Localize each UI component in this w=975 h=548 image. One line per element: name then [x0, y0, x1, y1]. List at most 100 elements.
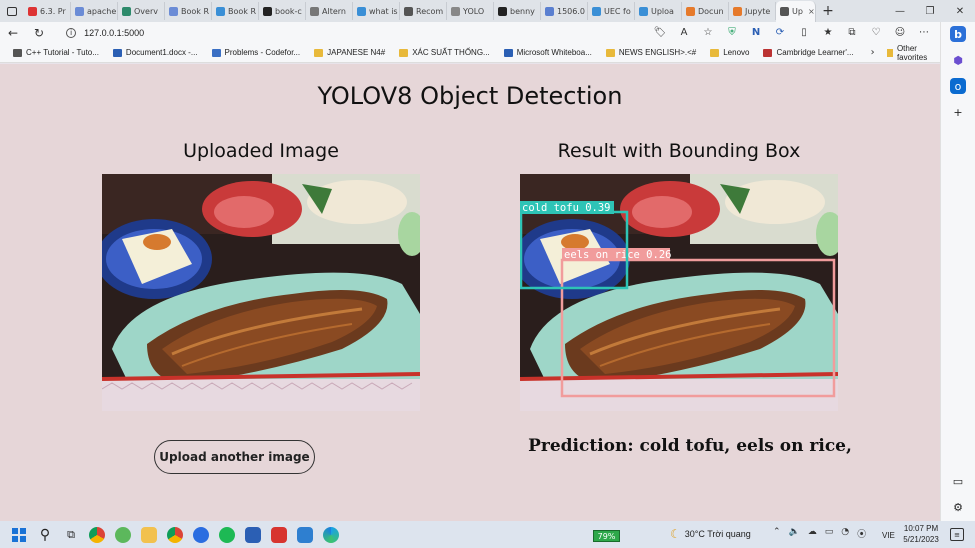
url-text[interactable]: 127.0.0.1:5000 — [84, 28, 144, 38]
tab[interactable]: Up × — [776, 1, 816, 22]
sidebar-toggle-icon[interactable]: ▭ — [950, 473, 966, 489]
minimize-icon[interactable]: — — [885, 0, 915, 22]
edge-icon[interactable] — [318, 521, 344, 548]
clock[interactable]: 10:07 PM 5/21/2023 — [898, 523, 944, 545]
bing-icon[interactable]: b — [950, 26, 966, 42]
battery-icon[interactable]: ▭ — [825, 527, 834, 540]
bookmark-item[interactable]: C++ Tutorial - Tuto... — [8, 48, 104, 57]
health-icon[interactable]: ♡ — [870, 27, 882, 39]
collections-icon[interactable]: ⧉ — [846, 27, 858, 39]
tab[interactable]: apache — [71, 2, 118, 20]
more-menu-icon[interactable]: ⋯ — [918, 27, 930, 39]
tab[interactable]: what is — [353, 2, 400, 20]
back-button[interactable]: ← — [0, 26, 26, 40]
tab[interactable]: UEC fo — [588, 2, 635, 20]
tag-icon[interactable]: 🏷 — [654, 27, 667, 39]
tab[interactable]: benny — [494, 2, 541, 20]
chrome-profile-icon[interactable] — [162, 521, 188, 548]
extension-n-icon[interactable]: N — [750, 27, 762, 39]
close-tab-icon[interactable]: × — [808, 7, 815, 16]
bookmark-item[interactable]: Microsoft Whiteboa... — [499, 48, 597, 57]
notifications-icon[interactable]: ≡ — [950, 528, 964, 541]
tab[interactable]: Overv — [118, 2, 165, 20]
other-favorites-label: Other favorites — [896, 43, 928, 62]
chevron-up-icon[interactable]: ⌃ — [773, 527, 781, 540]
new-tab-button[interactable]: + — [820, 3, 836, 19]
clock-time: 10:07 PM — [903, 524, 939, 533]
bookmark-item[interactable]: Document1.docx -... — [108, 48, 203, 57]
chrome-canary-icon[interactable] — [110, 521, 136, 548]
food-photo-with-boxes: eels on rice 0.26 cold tofu 0.39 — [520, 174, 838, 411]
tab-actions-icon[interactable] — [0, 0, 24, 22]
favorites-icon[interactable]: ★ — [822, 27, 834, 39]
upload-another-image-button[interactable]: Upload another image — [154, 440, 315, 474]
tab[interactable]: Book R — [165, 2, 212, 20]
bookmark-item[interactable]: NEWS ENGLISH>.<# — [601, 48, 701, 57]
tab-favicon-icon — [169, 6, 178, 16]
refresh-button[interactable]: ↻ — [26, 26, 52, 40]
settings-gear-icon[interactable]: ⚙ — [950, 499, 966, 515]
messenger-icon[interactable] — [188, 521, 214, 548]
tab[interactable]: Altern — [306, 2, 353, 20]
tab[interactable]: Book R — [212, 2, 259, 20]
split-screen-icon[interactable]: ▯ — [798, 27, 810, 39]
read-aloud-icon[interactable]: A — [678, 27, 690, 39]
shield-icon[interactable]: ⛨ — [726, 27, 738, 39]
clock-date: 5/21/2023 — [903, 535, 939, 544]
tab-favicon-icon — [310, 6, 319, 16]
tab[interactable]: Jupyte — [729, 2, 776, 20]
bookmark-item[interactable]: Problems - Codefor... — [207, 48, 306, 57]
tab-label: Up — [792, 7, 803, 16]
close-icon[interactable]: ✕ — [945, 0, 975, 22]
photos-icon[interactable] — [292, 521, 318, 548]
extension-icon[interactable]: ⬢ — [950, 52, 966, 68]
chevron-right-icon[interactable]: › — [863, 47, 883, 58]
tab-label: benny — [510, 6, 535, 16]
tab[interactable]: 6.3. Pr — [24, 2, 71, 20]
tab[interactable]: book-c — [259, 2, 306, 20]
cloud-icon[interactable]: ☁ — [808, 527, 817, 540]
outlook-icon[interactable]: o — [950, 78, 966, 94]
sync-icon[interactable]: ⟳ — [774, 27, 786, 39]
bookmark-label: C++ Tutorial - Tuto... — [26, 48, 99, 57]
page-title: YOLOV8 Object Detection — [317, 82, 623, 110]
vivaldi-icon[interactable] — [266, 521, 292, 548]
prediction-text: Prediction: cold tofu, eels on rice, — [528, 436, 852, 456]
bookmark-item[interactable]: XÁC SUẤT THỐNG... — [394, 48, 495, 57]
other-favorites[interactable]: Other favorites — [886, 43, 940, 62]
weather-widget[interactable]: ☾ 30°C Trời quang — [670, 527, 751, 541]
file-explorer-icon[interactable] — [136, 521, 162, 548]
tab[interactable]: Uploa — [635, 2, 682, 20]
battery-indicator[interactable]: 79% — [593, 530, 620, 542]
tab[interactable]: YOLO — [447, 2, 494, 20]
tab[interactable]: Recom — [400, 2, 447, 20]
task-view-icon[interactable]: ⧉ — [58, 521, 84, 548]
result-heading: Result with Bounding Box — [557, 140, 801, 162]
camera-icon[interactable]: ⦿ — [857, 527, 866, 540]
bookmark-label: NEWS ENGLISH>.<# — [618, 48, 697, 57]
profile-icon[interactable]: ☺ — [894, 27, 906, 39]
search-icon[interactable]: ⚲ — [32, 521, 58, 548]
weather-text: 30°C Trời quang — [684, 529, 751, 539]
tab-label: Book R — [181, 6, 210, 16]
bookmark-item[interactable]: JAPANESE N4# — [309, 48, 390, 57]
language-indicator[interactable]: VIE — [882, 531, 895, 540]
maximize-icon[interactable]: ❐ — [915, 0, 945, 22]
url-field[interactable]: i 127.0.0.1:5000 — [58, 24, 654, 41]
windows-start-icon[interactable] — [6, 521, 32, 548]
bookmark-item[interactable]: Lenovo — [705, 48, 754, 57]
chrome-icon[interactable] — [84, 521, 110, 548]
word-icon[interactable] — [240, 521, 266, 548]
tab-favicon-icon — [639, 6, 648, 16]
speaker-icon[interactable]: 🔈 — [789, 527, 800, 540]
spotify-icon[interactable] — [214, 521, 240, 548]
tab[interactable]: 1506.0 — [541, 2, 588, 20]
info-icon[interactable]: i — [66, 27, 77, 38]
bookmark-item[interactable]: Cambridge Learner'... — [758, 48, 858, 57]
add-icon[interactable]: + — [950, 104, 966, 120]
tab[interactable]: Docun — [682, 2, 729, 20]
moon-icon: ☾ — [670, 527, 681, 541]
tab-label: 1506.0 — [557, 6, 585, 16]
favorite-star-icon[interactable]: ☆ — [702, 27, 714, 39]
network-icon[interactable]: ◔ — [841, 527, 849, 540]
